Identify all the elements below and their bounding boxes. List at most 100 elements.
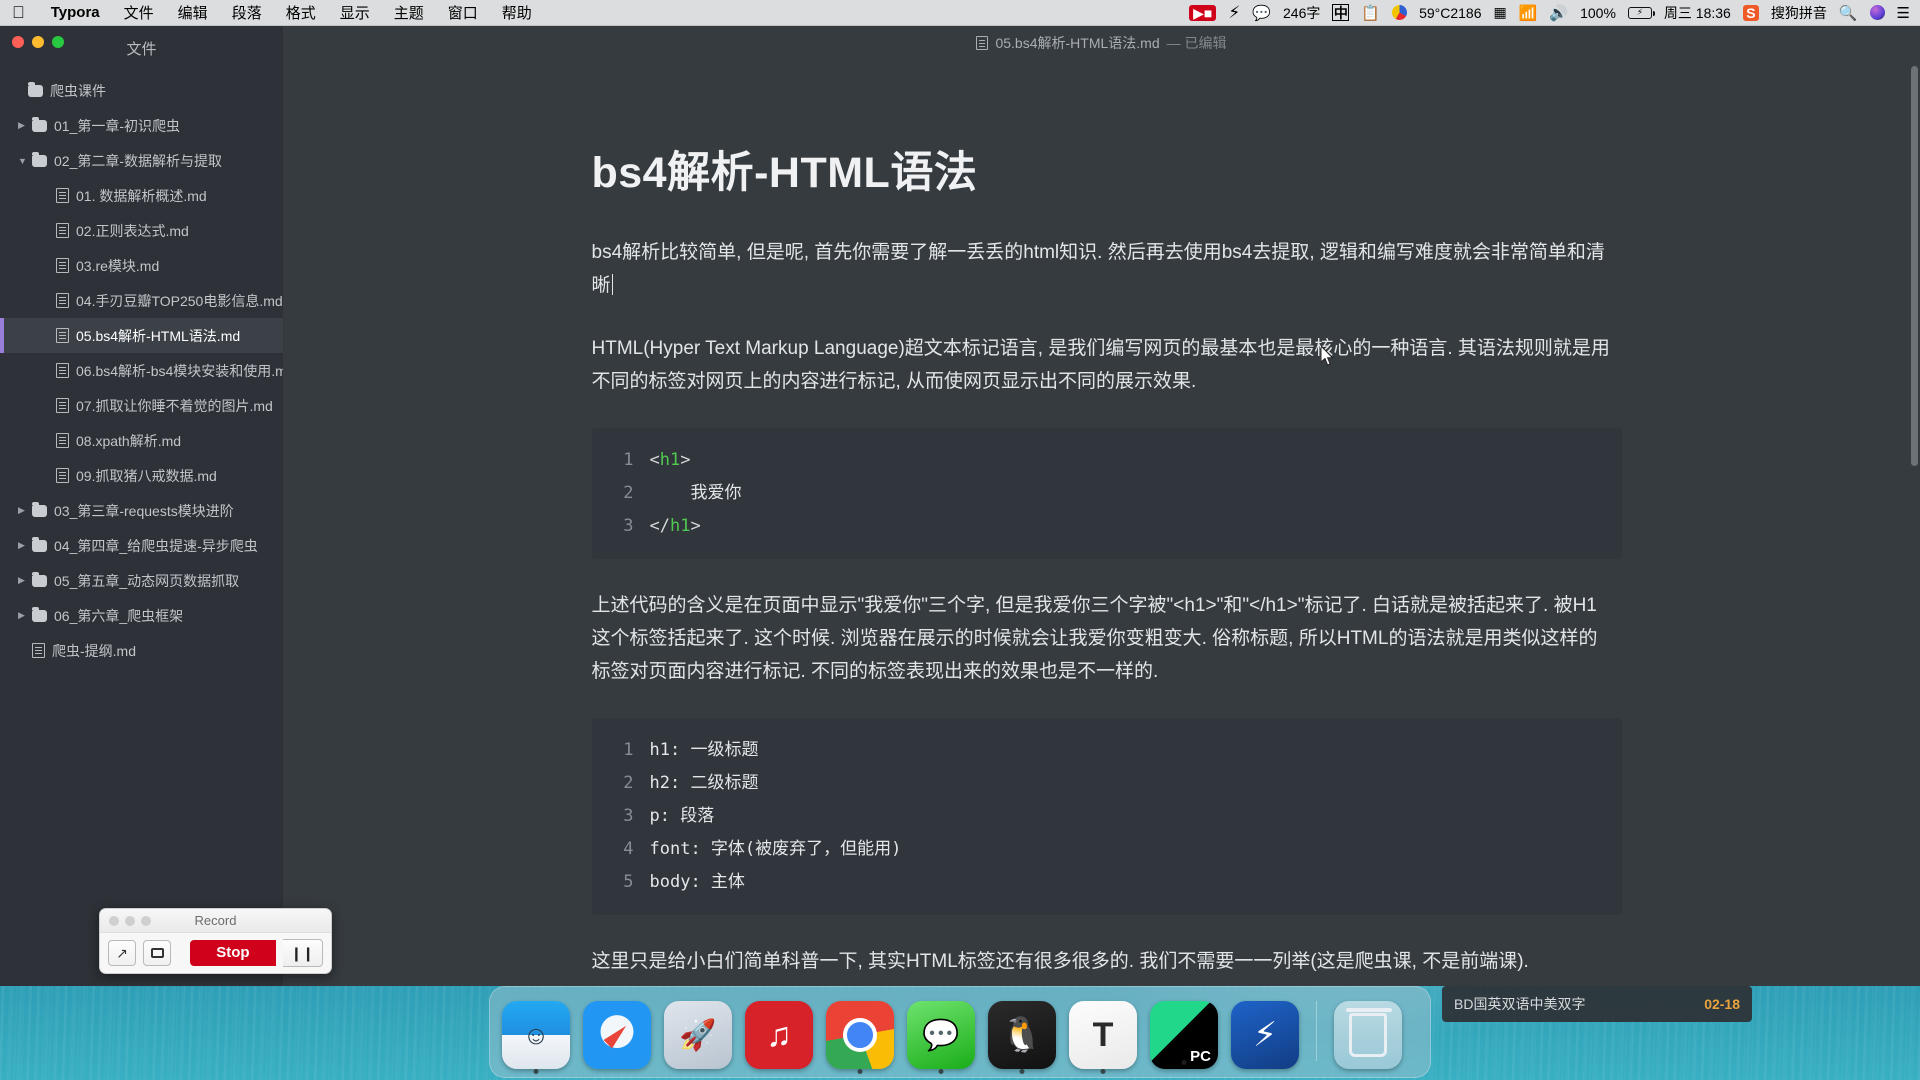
chevron-right-icon[interactable]: ▶ xyxy=(18,540,32,551)
sidebar-item-label: 05_第五章_动态网页数据抓取 xyxy=(54,572,240,589)
temperature-monitor[interactable]: 59°C 2186 xyxy=(1419,4,1482,21)
dock-item-wechat[interactable]: 💬 xyxy=(907,1001,975,1074)
battery-charging-icon[interactable]: ⚡ xyxy=(1627,6,1655,19)
file-icon xyxy=(56,188,69,203)
dock-item-typora[interactable]: T xyxy=(1069,1001,1137,1074)
sidebar-folder-15[interactable]: ▶ 06_第六章_爬虫框架 xyxy=(0,598,283,633)
sidebar-file-9[interactable]: 07.抓取让你睡不着觉的图片.md xyxy=(0,388,283,423)
sidebar-file-6[interactable]: 04.手刃豆瓣TOP250电影信息.md xyxy=(0,283,283,318)
paragraph-4[interactable]: 这里只是给小白们简单科普一下, 其实HTML标签还有很多很多的. 我们不需要一一… xyxy=(592,945,1612,978)
file-icon xyxy=(56,433,69,448)
menu-item-help[interactable]: 帮助 xyxy=(490,2,544,23)
flash-icon[interactable]: ⚡ xyxy=(1228,3,1240,23)
sidebar-item-label: 03_第三章-requests模块进阶 xyxy=(54,502,234,519)
siri-icon[interactable] xyxy=(1869,5,1885,20)
vertical-scrollbar[interactable] xyxy=(1911,66,1918,466)
sidebar-folder-13[interactable]: ▶ 04_第四章_给爬虫提速-异步爬虫 xyxy=(0,528,283,563)
sidebar-file-10[interactable]: 08.xpath解析.md xyxy=(0,423,283,458)
menu-item-view[interactable]: 显示 xyxy=(328,2,382,23)
sidebar-file-5[interactable]: 03.re模块.md xyxy=(0,248,283,283)
folder-icon xyxy=(28,81,43,97)
running-indicator xyxy=(1019,1069,1025,1074)
chevron-right-icon[interactable]: ▶ xyxy=(18,120,32,131)
dock-item-chrome[interactable] xyxy=(826,1001,894,1074)
sogou-ime-label[interactable]: 搜狗拼音 xyxy=(1771,3,1827,23)
sidebar-file-7[interactable]: 05.bs4解析-HTML语法.md xyxy=(0,318,283,353)
word-count-label[interactable]: 246字 xyxy=(1283,3,1320,23)
wechat-icon[interactable]: 💬 xyxy=(1252,4,1271,22)
clipboard-icon[interactable]: 📋 xyxy=(1361,4,1380,22)
folder-icon xyxy=(32,151,47,167)
sidebar-file-16[interactable]: 爬虫-提纲.md xyxy=(0,633,283,668)
dock-item-trash[interactable] xyxy=(1334,1001,1402,1069)
dock-item-qq[interactable]: 🐧 xyxy=(988,1001,1056,1074)
clock-label[interactable]: 周三 18:36 xyxy=(1664,3,1731,23)
sidebar-file-8[interactable]: 06.bs4解析-bs4模块安装和使用.md xyxy=(0,353,283,388)
paragraph-3[interactable]: 上述代码的含义是在页面中显示"我爱你"三个字, 但是我爱你三个字被"<h1>"和… xyxy=(592,589,1612,688)
disk-pie-icon[interactable] xyxy=(1392,5,1408,20)
dock-item-pycharm[interactable]: PC xyxy=(1150,1001,1218,1069)
menu-item-edit[interactable]: 编辑 xyxy=(166,2,220,23)
stop-record-button[interactable]: Stop xyxy=(190,940,276,966)
dictionary-popup[interactable]: BD国英双语中美双字 02-18 xyxy=(1442,986,1752,1022)
apple-menu-icon[interactable]:  xyxy=(0,4,39,21)
control-center-icon[interactable]: ☰ xyxy=(1897,4,1910,22)
memory-icon[interactable]: ▦ xyxy=(1494,4,1507,21)
dock-item-netease-music[interactable]: ♫ xyxy=(745,1001,813,1069)
sidebar-file-11[interactable]: 09.抓取猪八戒数据.md xyxy=(0,458,283,493)
chevron-right-icon[interactable]: ▶ xyxy=(18,610,32,621)
file-icon xyxy=(32,643,45,658)
menu-app-name[interactable]: Typora xyxy=(39,4,112,21)
sidebar-file-4[interactable]: 02.正则表达式.md xyxy=(0,213,283,248)
chevron-down-icon[interactable]: ▼ xyxy=(18,156,32,166)
paragraph-1[interactable]: bs4解析比较简单, 但是呢, 首先你需要了解一丢丢的html知识. 然后再去使… xyxy=(592,236,1612,302)
code-line-number: 2 xyxy=(623,773,634,793)
spotlight-search-icon[interactable]: 🔍 xyxy=(1839,4,1858,22)
minimize-button[interactable] xyxy=(32,36,44,48)
code-line-content: body: 主体 xyxy=(649,872,745,892)
sidebar-item-label: 04_第四章_给爬虫提速-异步爬虫 xyxy=(54,537,258,554)
sidebar-folder-2[interactable]: ▼ 02_第二章-数据解析与提取 xyxy=(0,143,283,178)
code-line-content: <h1> xyxy=(649,450,691,470)
editor-content[interactable]: bs4解析-HTML语法 bs4解析比较简单, 但是呢, 首先你需要了解一丢丢的… xyxy=(283,60,1920,986)
paragraph-2[interactable]: HTML(Hyper Text Markup Language)超文本标记语言,… xyxy=(592,332,1612,398)
sidebar-folder-12[interactable]: ▶ 03_第三章-requests模块进阶 xyxy=(0,493,283,528)
folder-icon xyxy=(32,536,47,552)
dock-item-finder[interactable]: ☺ xyxy=(502,1001,570,1074)
sidebar-item-label: 04.手刃豆瓣TOP250电影信息.md xyxy=(76,292,283,309)
sidebar-folder-0[interactable]: 爬虫课件 xyxy=(0,73,283,108)
dock-item-launchpad[interactable]: 🚀 xyxy=(664,1001,732,1069)
code-line-number: 2 xyxy=(623,483,634,503)
volume-icon[interactable]: 🔊 xyxy=(1549,4,1568,22)
sidebar-folder-1[interactable]: ▶ 01_第一章-初识爬虫 xyxy=(0,108,283,143)
file-icon xyxy=(56,223,69,238)
code-line-content: p: 段落 xyxy=(649,806,715,826)
menu-item-file[interactable]: 文件 xyxy=(112,2,166,23)
sidebar-item-label: 02.正则表达式.md xyxy=(76,222,189,239)
zoom-button[interactable] xyxy=(52,36,64,48)
dock-item-thunder[interactable]: ⚡ xyxy=(1231,1001,1299,1069)
arrow-pointer-icon[interactable]: ↗ xyxy=(108,940,137,966)
region-select-icon[interactable] xyxy=(143,940,172,966)
close-button[interactable] xyxy=(12,36,24,48)
sidebar-file-3[interactable]: 01. 数据解析概述.md xyxy=(0,178,283,213)
fan-rpm-value: 2186 xyxy=(1450,4,1482,21)
menu-item-format[interactable]: 格式 xyxy=(274,2,328,23)
chevron-right-icon[interactable]: ▶ xyxy=(18,505,32,516)
battery-percent-label[interactable]: 100% xyxy=(1580,5,1616,21)
code-block-2[interactable]: 1 h1: 一级标题 2 h2: 二级标题 3 p: 段落 4 font: 字体(被废弃… xyxy=(591,718,1622,915)
chevron-right-icon[interactable]: ▶ xyxy=(18,575,32,586)
menu-item-paragraph[interactable]: 段落 xyxy=(220,2,274,23)
sidebar-folder-14[interactable]: ▶ 05_第五章_动态网页数据抓取 xyxy=(0,563,283,598)
menu-item-theme[interactable]: 主题 xyxy=(382,2,436,23)
ime-indicator-icon[interactable]: 中 xyxy=(1332,4,1350,21)
sogou-ime-icon[interactable]: S xyxy=(1742,4,1759,21)
code-block-1[interactable]: 1 <h1> 2 我爱你 3 </h1> xyxy=(591,428,1622,559)
sidebar-item-label: 06_第六章_爬虫框架 xyxy=(54,607,184,624)
pause-record-button[interactable]: ❙❙ xyxy=(282,939,323,967)
screen-record-icon[interactable]: ▶■ xyxy=(1189,4,1217,21)
menu-item-window[interactable]: 窗口 xyxy=(436,2,490,23)
wifi-icon[interactable]: 📶 xyxy=(1519,4,1538,22)
dock-item-safari[interactable] xyxy=(583,1001,651,1069)
safari-icon xyxy=(603,1021,631,1049)
